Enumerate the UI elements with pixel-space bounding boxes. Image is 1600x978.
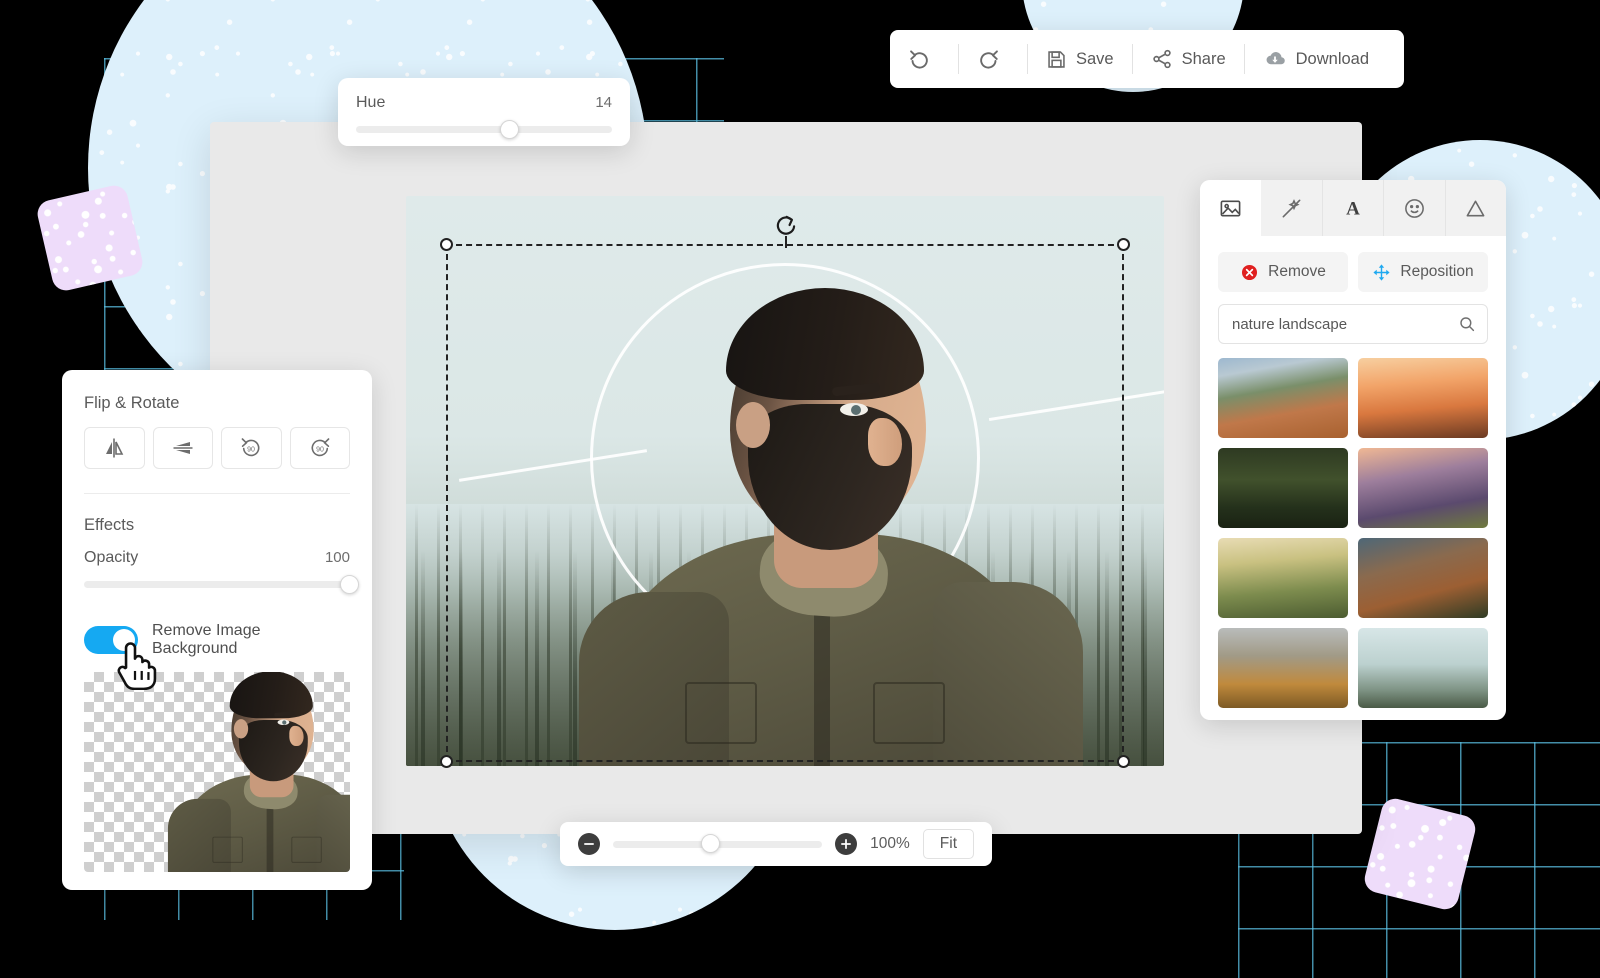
hue-slider-thumb[interactable] [500, 120, 519, 139]
effects-title: Effects [84, 516, 350, 535]
thumbnail-purple-mountain-valley[interactable] [1358, 448, 1488, 528]
rotate-right-90-button[interactable]: 90 [290, 427, 351, 469]
flip-vertical-button[interactable] [153, 427, 214, 469]
rotate-icon[interactable] [772, 212, 798, 238]
preview-pocket-left [212, 837, 242, 863]
search-icon[interactable] [1458, 315, 1476, 333]
remove-x-icon [1240, 263, 1259, 282]
share-button[interactable]: Share [1133, 30, 1244, 88]
image-results-grid [1200, 344, 1506, 720]
tab-shapes[interactable] [1446, 180, 1506, 236]
preview-nose [289, 726, 303, 746]
tab-images[interactable] [1200, 180, 1261, 236]
remove-button[interactable]: Remove [1218, 252, 1348, 292]
redo-icon [977, 48, 1000, 71]
opacity-value: 100 [325, 549, 350, 566]
fit-label: Fit [940, 835, 957, 853]
download-cloud-icon [1263, 47, 1287, 71]
transparent-preview [84, 672, 350, 872]
image-icon [1219, 197, 1242, 220]
fit-button[interactable]: Fit [923, 829, 974, 859]
svg-text:90: 90 [247, 447, 255, 454]
top-toolbar: Save Share Downlo [890, 30, 1404, 88]
remove-label: Remove [1268, 263, 1326, 281]
opacity-slider[interactable] [84, 581, 350, 588]
hue-panel: Hue 14 [338, 78, 630, 146]
thumbnail-dark-pine-forest[interactable] [1218, 448, 1348, 528]
thumbnail-mountain-range[interactable] [1218, 358, 1348, 438]
redo-button[interactable] [959, 30, 1027, 88]
zoom-percentage: 100% [870, 835, 910, 853]
preview-ear [234, 719, 248, 738]
thumbnail-pale-blue-misty-forest[interactable] [1358, 628, 1488, 708]
image-action-buttons: Remove Reposition [1200, 236, 1506, 292]
zoom-slider[interactable] [613, 841, 822, 848]
reposition-button[interactable]: Reposition [1358, 252, 1488, 292]
thumbnail-green-valley-road[interactable] [1218, 538, 1348, 618]
flip-rotate-buttons: 90 90 [84, 427, 350, 469]
text-a-icon: A [1341, 196, 1365, 220]
thumbnail-autumn-misty-trees[interactable] [1218, 628, 1348, 708]
share-icon [1151, 48, 1173, 70]
magic-wand-icon [1280, 197, 1303, 220]
right-panel: A [1200, 180, 1506, 720]
download-label: Download [1296, 50, 1369, 69]
save-label: Save [1076, 50, 1114, 69]
rotate-handle-stem [785, 236, 787, 248]
opacity-slider-thumb[interactable] [340, 575, 359, 594]
svg-text:90: 90 [316, 447, 324, 454]
reposition-label: Reposition [1400, 263, 1473, 281]
opacity-header: Opacity 100 [84, 549, 350, 567]
tools-divider [84, 493, 350, 494]
hue-label: Hue [356, 94, 385, 112]
hue-header: Hue 14 [356, 94, 612, 112]
smiley-icon [1403, 197, 1426, 220]
undo-icon [908, 48, 931, 71]
zoom-bar: 100% Fit [560, 822, 992, 866]
tab-stickers[interactable] [1384, 180, 1445, 236]
remove-background-row: Remove Image Background [84, 622, 350, 658]
opacity-label: Opacity [84, 549, 138, 567]
remove-background-toggle[interactable] [84, 626, 138, 654]
right-panel-tabs: A [1200, 180, 1506, 236]
rotate-left-90-button[interactable]: 90 [221, 427, 282, 469]
save-icon [1046, 49, 1067, 70]
flip-rotate-title: Flip & Rotate [84, 394, 350, 413]
screenshot-root: Save Share Downlo [0, 0, 1600, 978]
triangle-icon [1464, 197, 1487, 220]
tab-text[interactable]: A [1323, 180, 1384, 236]
selection-box[interactable] [446, 244, 1124, 762]
flip-horizontal-button[interactable] [84, 427, 145, 469]
share-label: Share [1182, 50, 1226, 69]
zoom-in-button[interactable] [835, 833, 857, 855]
thumbnail-orange-foggy-forest[interactable] [1358, 358, 1488, 438]
move-arrows-icon [1372, 263, 1391, 282]
selection-handle-top-right[interactable] [1117, 238, 1130, 251]
selection-handle-bottom-left[interactable] [440, 755, 453, 768]
thumbnail-coastal-cliffs[interactable] [1358, 538, 1488, 618]
svg-text:A: A [1346, 199, 1360, 220]
zoom-slider-thumb[interactable] [701, 834, 720, 853]
preview-eye [278, 720, 290, 725]
zoom-out-button[interactable] [578, 833, 600, 855]
download-button[interactable]: Download [1245, 30, 1387, 88]
search-input[interactable] [1218, 304, 1488, 344]
toggle-knob [113, 629, 135, 651]
tools-panel: Flip & Rotate 90 [62, 370, 372, 890]
undo-button[interactable] [890, 30, 958, 88]
save-button[interactable]: Save [1028, 30, 1132, 88]
selection-handle-top-left[interactable] [440, 238, 453, 251]
preview-pocket-right [291, 837, 321, 863]
hue-slider[interactable] [356, 126, 612, 133]
selection-handle-bottom-right[interactable] [1117, 755, 1130, 768]
tab-effects[interactable] [1261, 180, 1322, 236]
remove-background-label: Remove Image Background [152, 622, 350, 658]
hue-value: 14 [595, 94, 612, 111]
preview-hair [230, 672, 313, 718]
editor-window [210, 122, 1362, 834]
preview-subject-person [171, 672, 350, 872]
image-search [1200, 292, 1506, 344]
